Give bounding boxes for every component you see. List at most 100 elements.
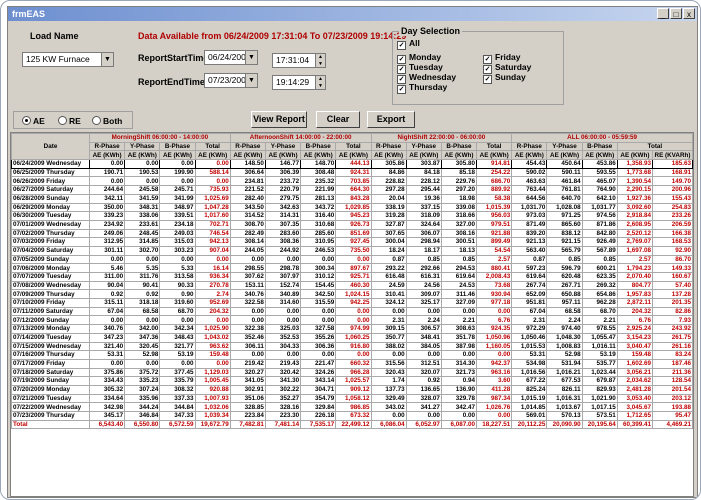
value-cell: 281.13	[300, 193, 337, 204]
table-row[interactable]: 07/18/2009 Saturday 375.86 375.72 377.45 1,1…	[11, 367, 693, 378]
value-cell: 190.71	[88, 167, 126, 178]
value-cell: 1,015.53	[511, 341, 548, 352]
radio-both[interactable]: Both	[92, 116, 122, 126]
maximize-button[interactable]: □	[670, 8, 682, 19]
value-cell: 221.52	[229, 185, 266, 195]
table-row[interactable]: 06/24/2009 Wednesday 0.00 0.00 0.00 0.00 148.…	[11, 159, 693, 169]
radio-icon	[58, 116, 67, 125]
value-cell: 315.56	[370, 358, 407, 369]
value-cell: 321.77	[159, 341, 196, 352]
value-cell: 974.40	[546, 324, 583, 334]
table-row[interactable]: 07/17/2009 Friday 0.00 0.00 0.00 0.00 219.42 2…	[11, 358, 693, 369]
load-name-select[interactable]: 125 KW Furnace ▼	[22, 52, 114, 67]
table-row[interactable]: 07/09/2009 Thursday 0.92 0.92 0.90 2.74 340.7…	[11, 289, 693, 300]
checkbox-thursday[interactable]: ✓ Thursday	[397, 82, 447, 94]
table-row[interactable]: 07/03/2009 Friday 312.95 314.85 315.03 942.1…	[11, 237, 693, 247]
table-row[interactable]: 06/28/2009 Sunday 342.11 341.59 341.99 1,025…	[11, 193, 693, 204]
value-cell: 2.21	[440, 315, 478, 326]
value-cell: 223.30	[264, 411, 302, 421]
unit-header: AE (KWh)	[124, 150, 161, 161]
value-cell: 300.51	[440, 237, 478, 247]
minimize-button[interactable]: _	[657, 8, 669, 19]
radio-re[interactable]: RE	[58, 116, 81, 126]
value-cell: 0.00	[194, 159, 231, 169]
value-cell: 620.48	[546, 272, 583, 282]
table-row[interactable]: 07/23/2009 Thursday 345.17 346.84 347.33 1,0…	[11, 411, 693, 421]
start-time-spinner[interactable]: 17:31:04 ▲ ▼	[272, 53, 326, 68]
export-button[interactable]: Export	[367, 111, 415, 128]
value-cell: 0.87	[511, 254, 548, 265]
value-cell: 314.52	[229, 211, 266, 221]
value-cell: 0.00	[229, 315, 266, 326]
table-row[interactable]: 07/07/2009 Tuesday 311.00 311.76 313.58 936.…	[11, 272, 693, 282]
spin-arrows-icon[interactable]: ▲ ▼	[315, 76, 325, 89]
value-cell: 316.40	[300, 211, 337, 221]
value-cell: 463.63	[511, 176, 548, 187]
table-row[interactable]: 07/19/2009 Sunday 334.43 335.23 335.79 1,005…	[11, 376, 693, 386]
end-date-picker[interactable]: 07/23/2009 ▼	[204, 73, 258, 88]
value-cell: 0.00	[300, 306, 337, 317]
value-cell: 305.80	[440, 159, 478, 169]
table-row[interactable]: 06/27/2009 Saturday 244.64 245.58 245.71 735…	[11, 185, 693, 195]
table-row[interactable]: 07/11/2009 Saturday 67.04 68.58 68.70 204.32…	[11, 306, 693, 317]
value-cell: 573.51	[581, 411, 618, 421]
value-cell: 342.00	[124, 324, 161, 334]
table-row[interactable]: 06/29/2009 Monday 350.00 348.31 348.97 1,047…	[11, 202, 693, 213]
table-row[interactable]: 07/15/2009 Wednesday 321.40 320.45 321.77 96…	[11, 341, 693, 352]
unit-header: AE (KWh)	[264, 150, 302, 161]
value-cell: 453.86	[581, 159, 618, 169]
value-cell: 307.62	[229, 272, 266, 282]
table-row[interactable]: 07/13/2009 Monday 340.76 342.00 342.34 1,025…	[11, 324, 693, 334]
table-row[interactable]: 07/12/2009 Sunday 0.00 0.00 0.00 0.00 0.00 0.0…	[11, 315, 693, 326]
start-date-picker[interactable]: 06/24/2009 ▼	[204, 50, 258, 65]
spin-arrows-icon[interactable]: ▲ ▼	[315, 54, 325, 67]
checkbox-sunday[interactable]: ✓ Sunday	[483, 72, 526, 84]
value-cell: 0.00	[124, 159, 161, 169]
value-cell: 1,025.69	[194, 193, 231, 204]
value-cell: 344.24	[124, 402, 161, 412]
view-report-button[interactable]: View Report	[251, 111, 307, 128]
date-cell: 07/13/2009 Monday	[11, 324, 90, 334]
value-cell: 1,773.68	[616, 167, 654, 178]
value-cell: 68.58	[124, 306, 161, 317]
table-row[interactable]: 06/25/2009 Thursday 190.71 190.53 199.90 588…	[11, 167, 693, 178]
checkbox-all[interactable]: ✓ All	[397, 38, 420, 50]
table-row[interactable]: 07/10/2009 Friday 315.11 318.18 319.60 952.6…	[11, 298, 693, 308]
table-row[interactable]: 07/06/2009 Monday 5.46 5.35 5.33 16.14 298.55…	[11, 263, 693, 273]
app-window: frmEAS _ □ x Load Name 125 KW Furnace ▼ …	[7, 6, 698, 498]
value-cell: 282.49	[229, 228, 266, 239]
table-row[interactable]: 06/30/2009 Tuesday 339.23 338.06 339.51 1,01…	[11, 211, 693, 221]
value-cell: 321.73	[440, 367, 478, 378]
value-cell: 1,697.08	[616, 245, 654, 256]
table-row[interactable]: 07/20/2009 Monday 305.32 307.24 308.32 920.8…	[11, 384, 693, 395]
table-row[interactable]: 07/16/2009 Thursday 53.31 52.98 53.19 159.48…	[11, 350, 693, 360]
value-cell: 1.74	[370, 376, 407, 386]
table-row[interactable]: 06/26/2009 Friday 0.00 0.00 0.00 0.00 234.81 2…	[11, 176, 693, 187]
value-cell: 18.17	[405, 245, 442, 256]
table-row[interactable]: 07/14/2009 Tuesday 347.23 347.36 348.43 1,04…	[11, 332, 693, 343]
value-cell: 307.35	[264, 219, 302, 230]
value-cell: 3,053.40	[616, 393, 654, 404]
table-row[interactable]: 07/22/2009 Wednesday 342.98 344.24 344.84 1,…	[11, 402, 693, 412]
table-row[interactable]: 07/08/2009 Wednesday 90.04 90.41 90.33 270.7…	[11, 280, 693, 291]
value-cell: 1,927.36	[616, 193, 654, 204]
value-cell: 843.28	[335, 193, 372, 204]
value-cell: 285.60	[300, 228, 337, 239]
table-row[interactable]: 07/21/2009 Tuesday 334.64 335.96 337.33 1,00…	[11, 393, 693, 404]
value-cell: 137.28	[652, 289, 693, 300]
table-row[interactable]: 07/02/2009 Thursday 249.06 248.45 249.03 746…	[11, 228, 693, 239]
value-type-group: AE RE Both	[13, 111, 133, 129]
clear-button[interactable]: Clear	[316, 111, 360, 128]
end-time-spinner[interactable]: 19:14:29 ▲ ▼	[272, 75, 326, 90]
value-cell: 341.99	[159, 193, 196, 204]
value-cell: 338.06	[124, 211, 161, 221]
unit-header: AE (KWh)	[440, 150, 478, 161]
table-row[interactable]: 07/04/2009 Saturday 301.11 302.70 303.23 907…	[11, 245, 693, 256]
table-row[interactable]: 07/05/2009 Sunday 0.00 0.00 0.00 0.00 0.00 0.0…	[11, 254, 693, 265]
radio-ae[interactable]: AE	[22, 116, 45, 126]
value-cell: 926.73	[335, 219, 372, 230]
table-row[interactable]: 07/01/2009 Wednesday 234.92 233.61 234.18 70…	[11, 219, 693, 230]
value-cell: 0.85	[581, 254, 618, 265]
close-button[interactable]: x	[683, 8, 695, 19]
report-grid[interactable]: Date MorningShift 06:00:00 - 14:00:00 Af…	[10, 132, 694, 497]
